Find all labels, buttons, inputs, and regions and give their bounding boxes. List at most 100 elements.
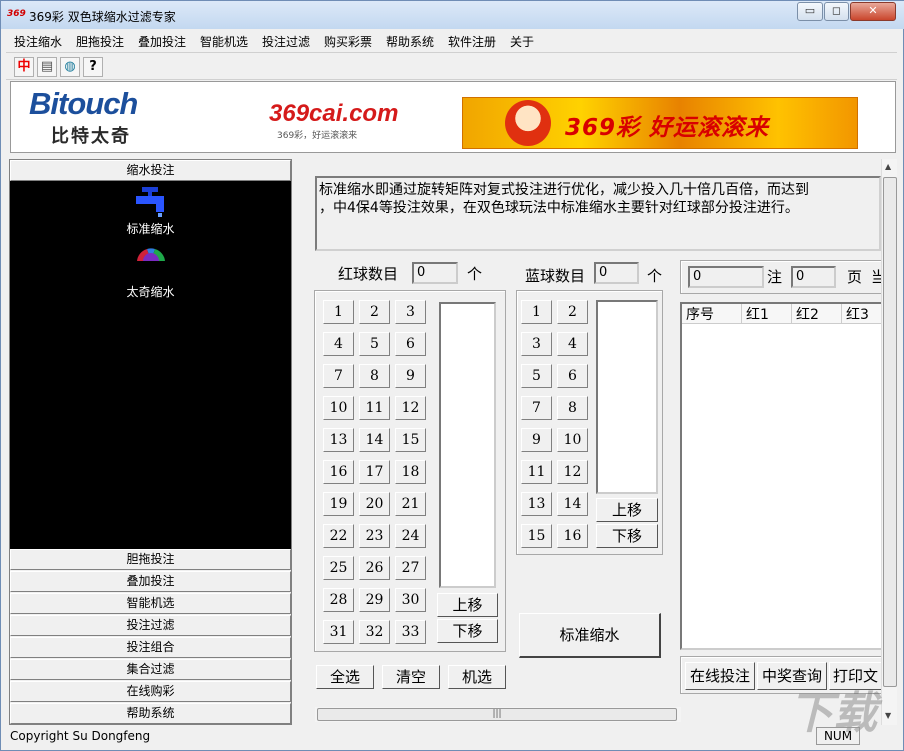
clear-button[interactable]: 清空	[382, 665, 440, 689]
blue-ball-button-4[interactable]: 4	[557, 332, 588, 356]
fan-icon[interactable]	[135, 247, 167, 263]
column-red3[interactable]: 红3	[842, 304, 885, 324]
sidebar-section-online-buy[interactable]: 在线购彩	[10, 681, 291, 702]
menu-banker-bet[interactable]: 胆拖投注	[76, 33, 124, 50]
red-ball-button-29[interactable]: 29	[359, 588, 390, 612]
red-ball-button-12[interactable]: 12	[395, 396, 426, 420]
menu-help[interactable]: 帮助系统	[386, 33, 434, 50]
ad-banner[interactable]: 369彩 好运滚滚来	[462, 97, 858, 149]
blue-ball-button-7[interactable]: 7	[521, 396, 552, 420]
sidebar-header-reduce-bet[interactable]: 缩水投注	[10, 160, 291, 181]
red-ball-button-5[interactable]: 5	[359, 332, 390, 356]
red-ball-button-10[interactable]: 10	[323, 396, 354, 420]
red-ball-button-27[interactable]: 27	[395, 556, 426, 580]
bet-count-field[interactable]: 0	[688, 266, 764, 288]
blue-ball-button-9[interactable]: 9	[521, 428, 552, 452]
blue-move-up-button[interactable]: 上移	[596, 498, 658, 522]
red-ball-button-20[interactable]: 20	[359, 492, 390, 516]
red-ball-button-14[interactable]: 14	[359, 428, 390, 452]
menu-reduce-bet[interactable]: 投注缩水	[14, 33, 62, 50]
red-ball-button-13[interactable]: 13	[323, 428, 354, 452]
red-ball-button-31[interactable]: 31	[323, 620, 354, 644]
page-field[interactable]: 0	[791, 266, 836, 288]
site-logo[interactable]: 369cai.com	[269, 100, 398, 128]
red-ball-button-30[interactable]: 30	[395, 588, 426, 612]
blue-ball-button-15[interactable]: 15	[521, 524, 552, 548]
blue-ball-button-5[interactable]: 5	[521, 364, 552, 388]
menu-about[interactable]: 关于	[510, 33, 534, 50]
scroll-up-icon[interactable]: ▲	[885, 162, 891, 171]
red-ball-button-8[interactable]: 8	[359, 364, 390, 388]
vertical-scroll-thumb[interactable]	[883, 177, 897, 687]
random-pick-button[interactable]: 机选	[448, 665, 506, 689]
sidebar-section-bet-combo[interactable]: 投注组合	[10, 637, 291, 658]
menu-buy-lottery[interactable]: 购买彩票	[324, 33, 372, 50]
red-ball-button-15[interactable]: 15	[395, 428, 426, 452]
sidebar-section-smart-pick[interactable]: 智能机选	[10, 593, 291, 614]
globe-icon[interactable]: ◍	[60, 57, 80, 77]
restore-button[interactable]: ◻	[824, 2, 849, 21]
menu-register[interactable]: 软件注册	[448, 33, 496, 50]
column-index[interactable]: 序号	[682, 304, 742, 324]
menu-bet-filter[interactable]: 投注过滤	[262, 33, 310, 50]
red-ball-button-18[interactable]: 18	[395, 460, 426, 484]
sidebar-item-standard-reduce[interactable]: 标准缩水	[10, 220, 291, 237]
sidebar-section-banker-bet[interactable]: 胆拖投注	[10, 549, 291, 570]
red-ball-button-2[interactable]: 2	[359, 300, 390, 324]
blue-ball-button-12[interactable]: 12	[557, 460, 588, 484]
red-ball-button-21[interactable]: 21	[395, 492, 426, 516]
blue-ball-button-16[interactable]: 16	[557, 524, 588, 548]
sidebar-section-stack-bet[interactable]: 叠加投注	[10, 571, 291, 592]
red-ball-button-32[interactable]: 32	[359, 620, 390, 644]
blue-ball-button-11[interactable]: 11	[521, 460, 552, 484]
blue-selected-list[interactable]	[596, 300, 658, 494]
red-ball-button-3[interactable]: 3	[395, 300, 426, 324]
blue-ball-button-8[interactable]: 8	[557, 396, 588, 420]
faucet-icon[interactable]	[132, 185, 168, 219]
menu-stack-bet[interactable]: 叠加投注	[138, 33, 186, 50]
red-count-field[interactable]: 0	[412, 262, 458, 284]
blue-count-field[interactable]: 0	[594, 262, 639, 284]
save-icon[interactable]: ▤	[37, 57, 57, 77]
vertical-scrollbar[interactable]: ▲ ▼	[881, 159, 897, 725]
select-all-button[interactable]: 全选	[316, 665, 374, 689]
red-ball-button-16[interactable]: 16	[323, 460, 354, 484]
standard-reduce-button[interactable]: 标准缩水	[519, 613, 661, 658]
blue-ball-button-1[interactable]: 1	[521, 300, 552, 324]
sidebar-section-help[interactable]: 帮助系统	[10, 703, 291, 724]
red-ball-button-19[interactable]: 19	[323, 492, 354, 516]
red-selected-list[interactable]	[439, 302, 496, 588]
red-ball-button-22[interactable]: 22	[323, 524, 354, 548]
red-move-up-button[interactable]: 上移	[437, 593, 498, 617]
blue-ball-button-13[interactable]: 13	[521, 492, 552, 516]
column-red1[interactable]: 红1	[742, 304, 792, 324]
red-ball-button-9[interactable]: 9	[395, 364, 426, 388]
china-flag-icon[interactable]: 中	[14, 57, 34, 77]
blue-move-down-button[interactable]: 下移	[596, 524, 658, 548]
red-ball-button-25[interactable]: 25	[323, 556, 354, 580]
blue-ball-button-2[interactable]: 2	[557, 300, 588, 324]
blue-ball-button-10[interactable]: 10	[557, 428, 588, 452]
red-ball-button-7[interactable]: 7	[323, 364, 354, 388]
red-move-down-button[interactable]: 下移	[437, 619, 498, 643]
minimize-button[interactable]: ▭	[797, 2, 823, 21]
help-icon[interactable]: ?	[83, 57, 103, 77]
red-ball-button-26[interactable]: 26	[359, 556, 390, 580]
column-red2[interactable]: 红2	[792, 304, 842, 324]
red-ball-button-1[interactable]: 1	[323, 300, 354, 324]
blue-ball-button-6[interactable]: 6	[557, 364, 588, 388]
sidebar-section-bet-filter[interactable]: 投注过滤	[10, 615, 291, 636]
red-ball-button-33[interactable]: 33	[395, 620, 426, 644]
horizontal-scroll-thumb[interactable]: |||	[317, 708, 677, 721]
blue-ball-button-3[interactable]: 3	[521, 332, 552, 356]
horizontal-scrollbar[interactable]: |||	[315, 707, 681, 722]
sidebar-section-set-filter[interactable]: 集合过滤	[10, 659, 291, 680]
menu-smart-pick[interactable]: 智能机选	[200, 33, 248, 50]
sidebar-item-taiqi-reduce[interactable]: 太奇缩水	[10, 283, 291, 300]
blue-ball-button-14[interactable]: 14	[557, 492, 588, 516]
close-button[interactable]: ✕	[850, 2, 896, 21]
red-ball-button-28[interactable]: 28	[323, 588, 354, 612]
red-ball-button-23[interactable]: 23	[359, 524, 390, 548]
red-ball-button-6[interactable]: 6	[395, 332, 426, 356]
red-ball-button-24[interactable]: 24	[395, 524, 426, 548]
